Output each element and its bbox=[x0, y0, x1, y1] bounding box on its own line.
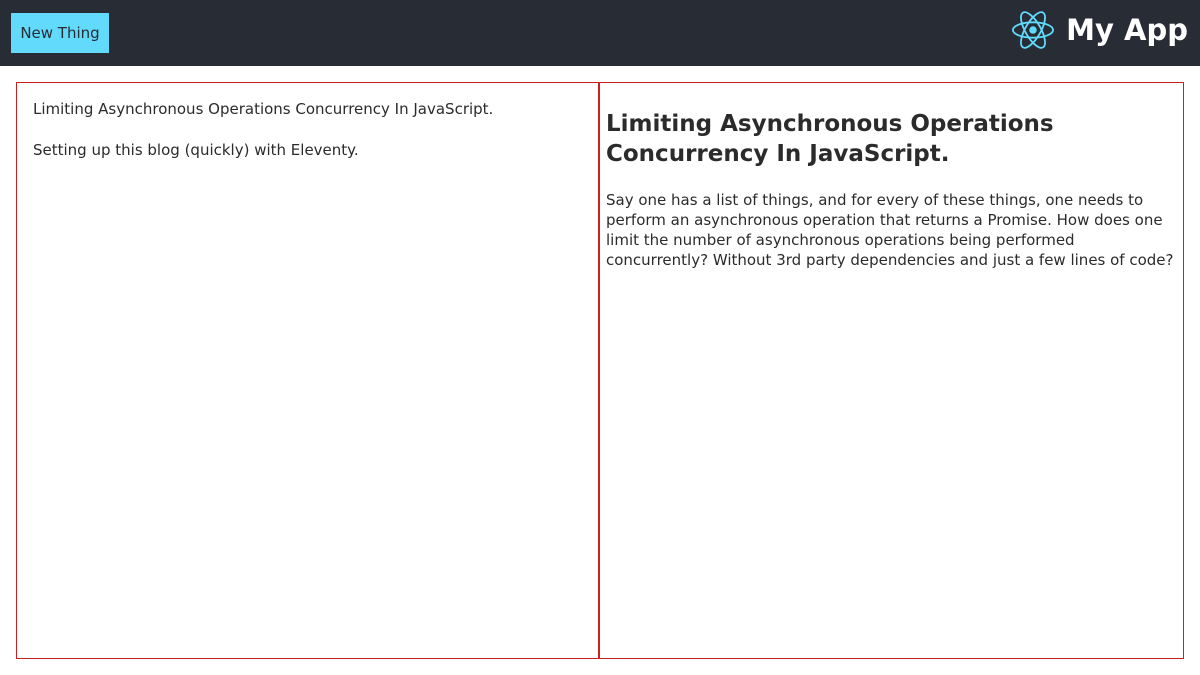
app-header: New Thing My App bbox=[0, 0, 1200, 66]
content-frame: Limiting Asynchronous Operations Concurr… bbox=[16, 82, 1184, 659]
brand: My App bbox=[1012, 8, 1188, 52]
new-thing-button[interactable]: New Thing bbox=[11, 13, 109, 53]
post-list-item[interactable]: Limiting Asynchronous Operations Concurr… bbox=[33, 101, 598, 118]
react-atom-icon bbox=[1012, 11, 1055, 49]
post-list-item[interactable]: Setting up this blog (quickly) with Elev… bbox=[33, 142, 598, 159]
article-title: Limiting Asynchronous Operations Concurr… bbox=[606, 111, 1054, 167]
article-pane: Limiting Asynchronous Operations Concurr… bbox=[600, 83, 1183, 658]
post-list: Limiting Asynchronous Operations Concurr… bbox=[17, 83, 600, 658]
app-title: My App bbox=[1066, 13, 1188, 47]
article-body: Say one has a list of things, and for ev… bbox=[606, 191, 1174, 269]
